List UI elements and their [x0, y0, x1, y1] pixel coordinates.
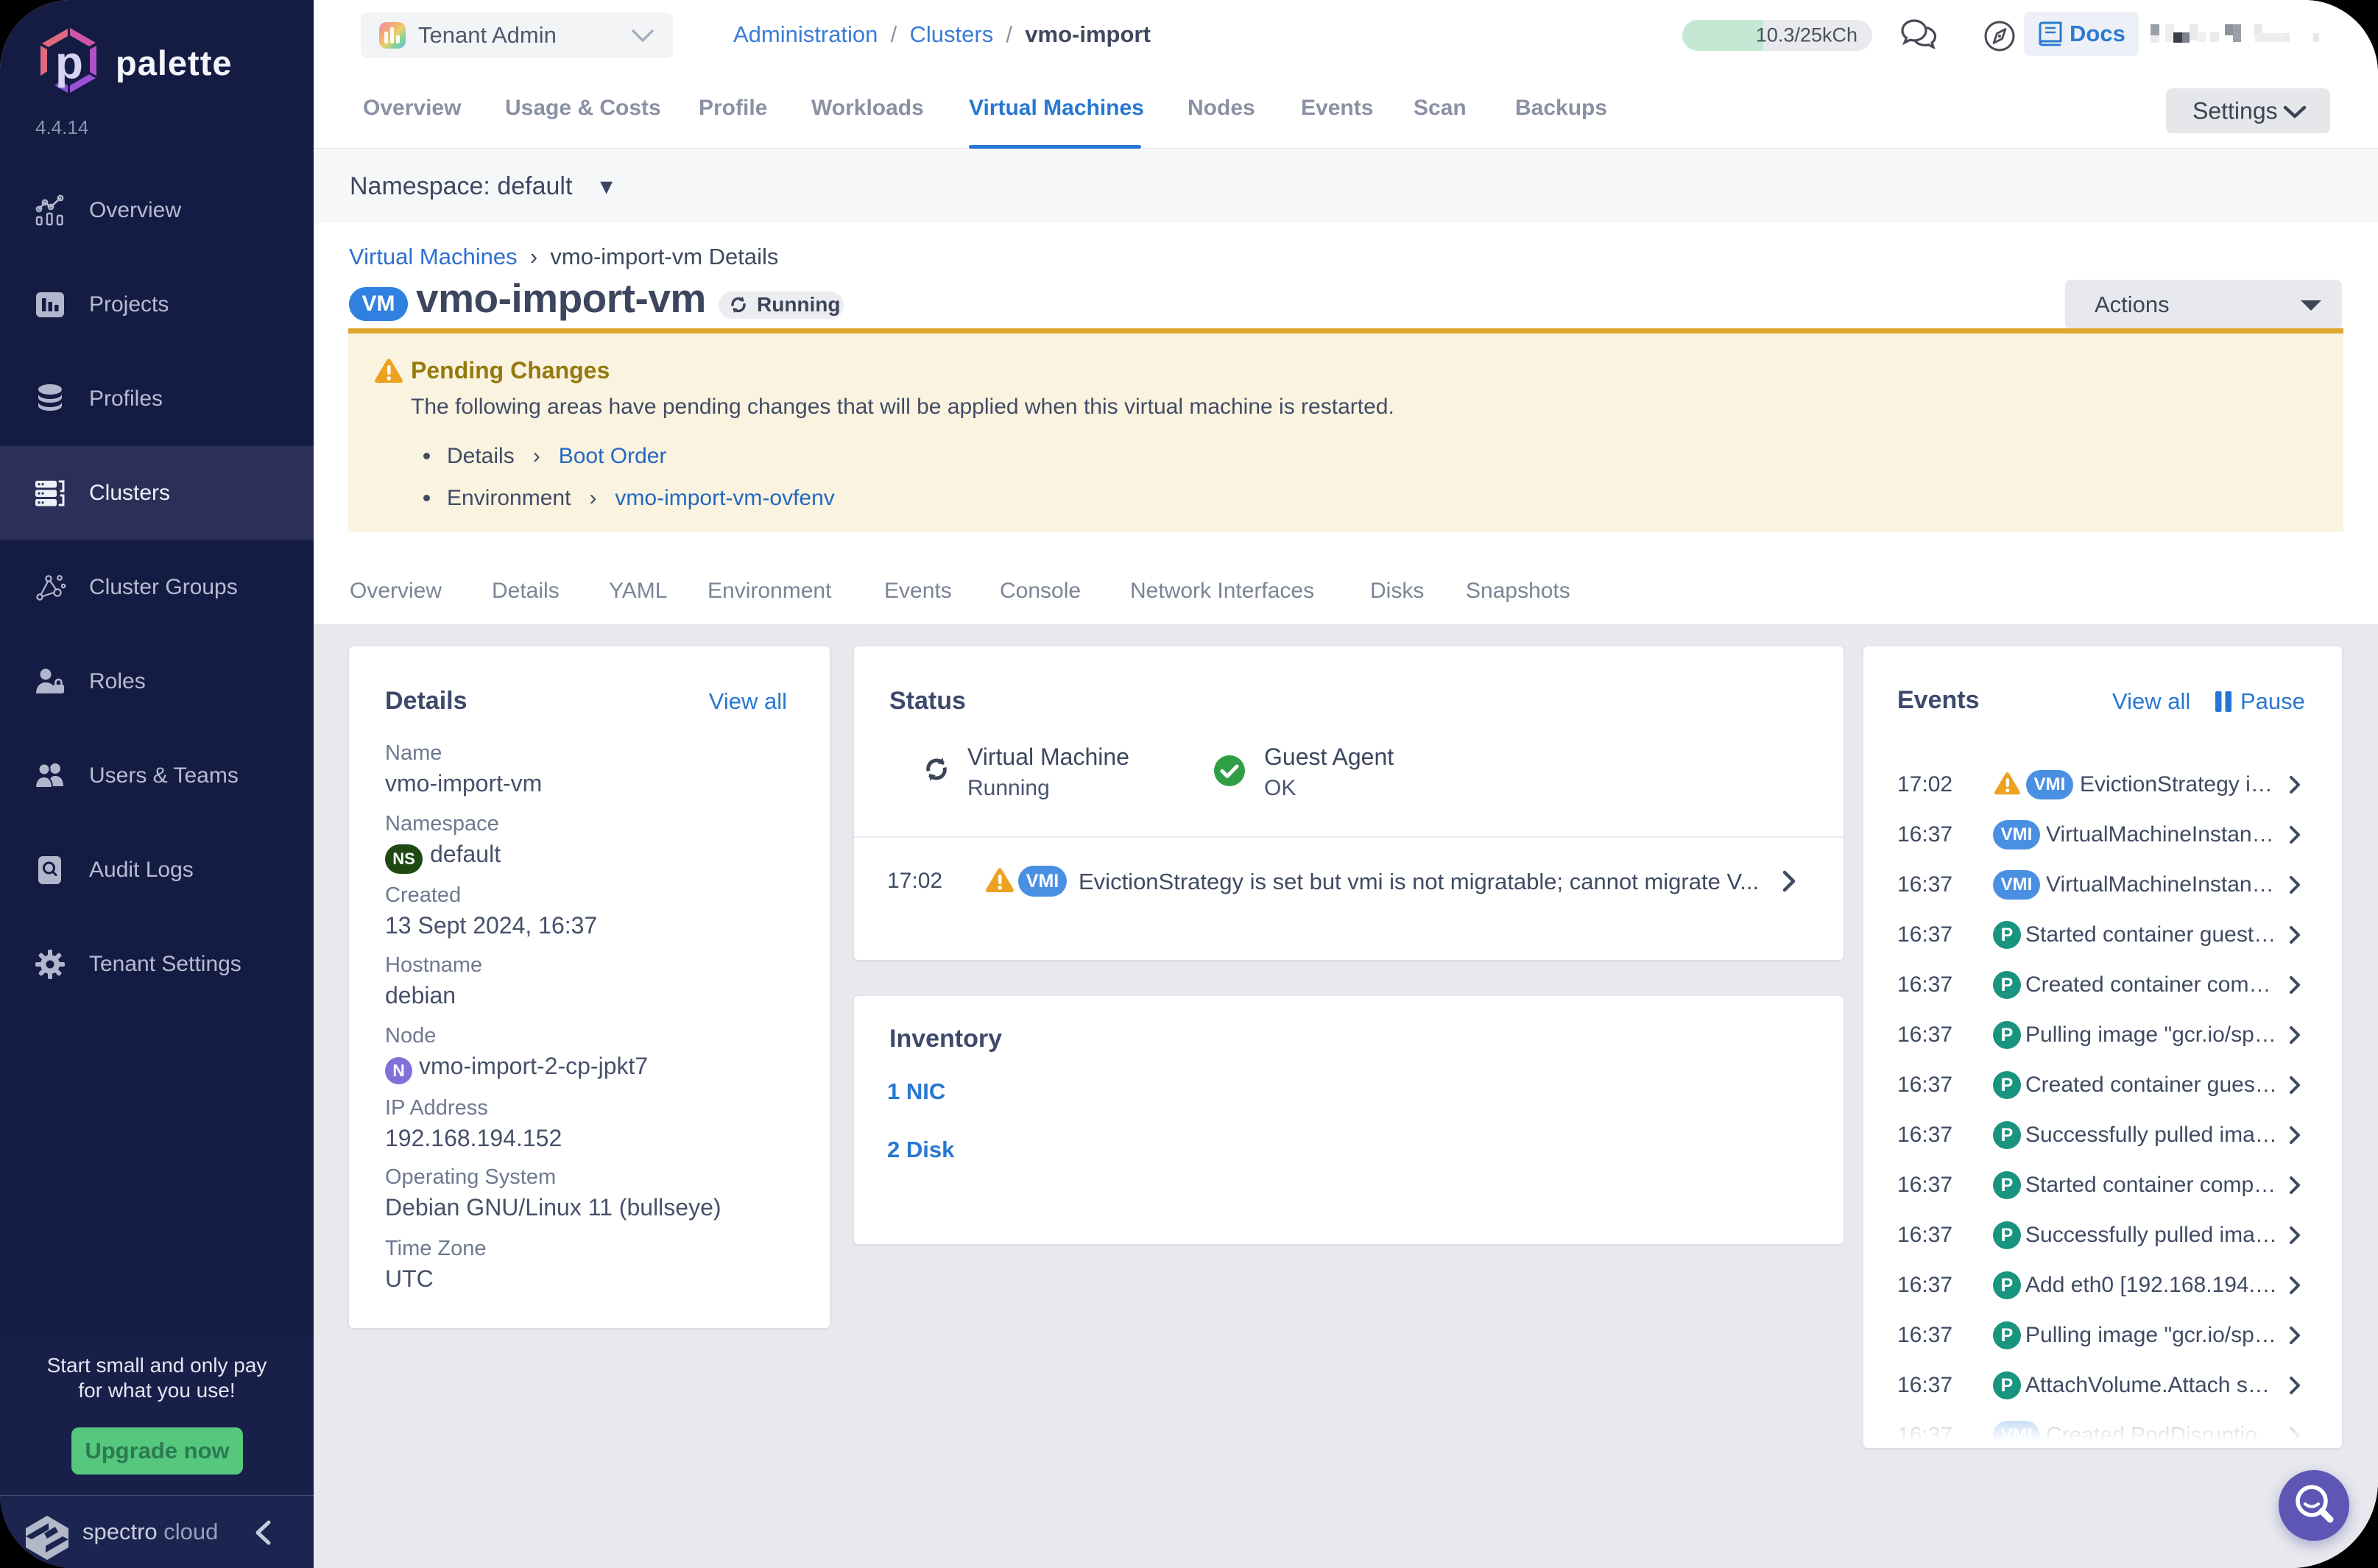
svg-text:p: p	[55, 38, 83, 88]
